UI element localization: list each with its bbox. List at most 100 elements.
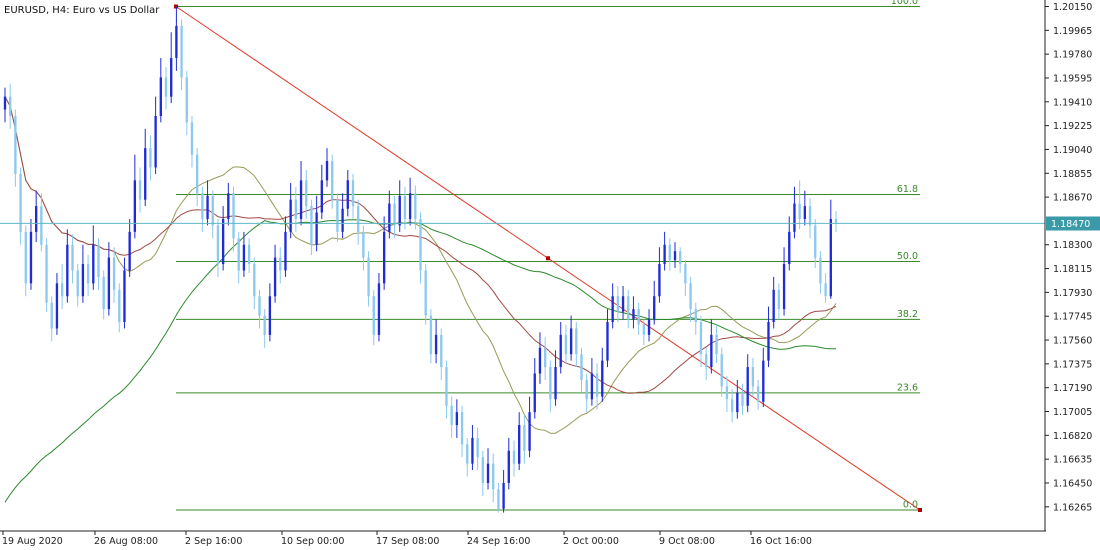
candle-body <box>3 96 7 110</box>
candle <box>710 319 713 374</box>
candle-body <box>725 386 729 400</box>
candle <box>621 285 625 320</box>
fibo-level-label: 100.0 <box>891 0 918 7</box>
candle-body <box>331 161 334 200</box>
candle <box>632 296 635 329</box>
candle <box>762 347 765 407</box>
price-tick-label: 1.19410 <box>1053 97 1092 108</box>
candle-body <box>798 203 801 219</box>
candle <box>34 190 38 243</box>
candle <box>216 218 220 277</box>
candle-body <box>388 203 391 232</box>
candle-body <box>190 122 194 155</box>
candle-body <box>92 244 95 284</box>
candle <box>362 225 365 271</box>
candle <box>284 216 287 277</box>
candle <box>476 427 479 471</box>
candle-body <box>819 257 822 284</box>
time-tick-label: 24 Sep 16:00 <box>467 536 530 547</box>
candle <box>575 322 578 368</box>
candle-body <box>694 309 697 323</box>
time-axis[interactable]: 19 Aug 2020 26 Aug 08:00 2 Sep 16:00 10 Sep… <box>2 531 812 547</box>
candle <box>559 322 562 374</box>
candle-body <box>471 437 474 464</box>
candle <box>699 315 703 368</box>
candle-body <box>24 231 27 284</box>
candle <box>289 182 292 239</box>
candle-body <box>460 412 464 445</box>
candle-body <box>445 367 448 406</box>
fibo-level-label: 50.0 <box>897 251 918 262</box>
candle-body <box>294 199 298 219</box>
candle-body <box>268 296 272 335</box>
candle <box>60 264 64 310</box>
candle <box>336 193 339 243</box>
candle-body <box>97 244 100 277</box>
candle <box>694 302 697 335</box>
candle <box>512 440 516 477</box>
price-tick-label: 1.17930 <box>1053 288 1092 299</box>
candle-body <box>606 322 609 361</box>
candle <box>331 154 334 209</box>
candle-body <box>357 206 360 232</box>
candle-body <box>372 296 375 335</box>
candle <box>434 319 438 364</box>
price-tick-label: 1.16265 <box>1053 502 1092 513</box>
candle <box>24 225 27 297</box>
candle <box>471 425 474 471</box>
candle <box>294 186 298 232</box>
candle-body <box>782 264 786 310</box>
price-tick-label: 1.17560 <box>1053 336 1092 347</box>
candle <box>299 161 303 226</box>
candle-body <box>762 360 765 402</box>
candle-body <box>133 180 137 232</box>
candle <box>637 302 640 335</box>
time-tick-label: 19 Aug 2020 <box>2 536 63 547</box>
candle <box>502 470 505 513</box>
candle-body <box>720 354 723 387</box>
symbol-header: EURUSD, H4: Euro vs US Dollar <box>4 5 160 16</box>
candle <box>185 70 188 136</box>
candle-body <box>689 283 692 310</box>
candle <box>466 437 469 477</box>
time-tick-label: 16 Oct 16:00 <box>750 536 812 547</box>
candle-body <box>710 334 713 368</box>
price-tick-label: 1.18300 <box>1053 240 1092 251</box>
price-chart[interactable]: 100.061.850.038.223.60.0 1.201501.199651… <box>0 0 1100 550</box>
candle <box>455 399 459 438</box>
candle <box>533 358 536 419</box>
price-axis[interactable]: 1.20150 1.19965 1.19780 1.19595 1.19410 1.192… <box>1045 2 1092 513</box>
candle-body <box>730 399 734 413</box>
price-tick-label: 1.19595 <box>1053 73 1092 84</box>
candle <box>580 347 583 393</box>
candle <box>486 448 490 490</box>
candle <box>9 83 12 129</box>
candle-body <box>585 379 588 400</box>
candle <box>154 96 157 174</box>
fibo-level-label: 23.6 <box>897 382 918 393</box>
candle <box>741 383 744 415</box>
candle <box>590 358 594 406</box>
candle-body <box>554 367 557 400</box>
candle-body <box>647 319 651 335</box>
candle <box>481 450 484 496</box>
candle-body <box>834 218 838 223</box>
candle <box>767 306 770 368</box>
candle <box>86 255 90 297</box>
candle-body <box>60 283 64 297</box>
candle <box>263 309 266 348</box>
candle-body <box>767 322 770 361</box>
chart-window[interactable]: 100.0 61.8 50.0 38.2 23.6 0.0 1.20150 1.19965 1… <box>0 0 1100 550</box>
candle-body <box>216 225 220 265</box>
candle <box>460 405 464 458</box>
candle <box>543 337 547 380</box>
candle-body <box>481 457 484 483</box>
candle-body <box>341 208 344 232</box>
candle-body <box>50 302 53 329</box>
candle-body <box>736 392 739 413</box>
candle-body <box>196 154 199 194</box>
candle <box>144 128 147 207</box>
candle-body <box>502 482 505 509</box>
candle <box>751 358 755 397</box>
candle-body <box>320 180 323 213</box>
